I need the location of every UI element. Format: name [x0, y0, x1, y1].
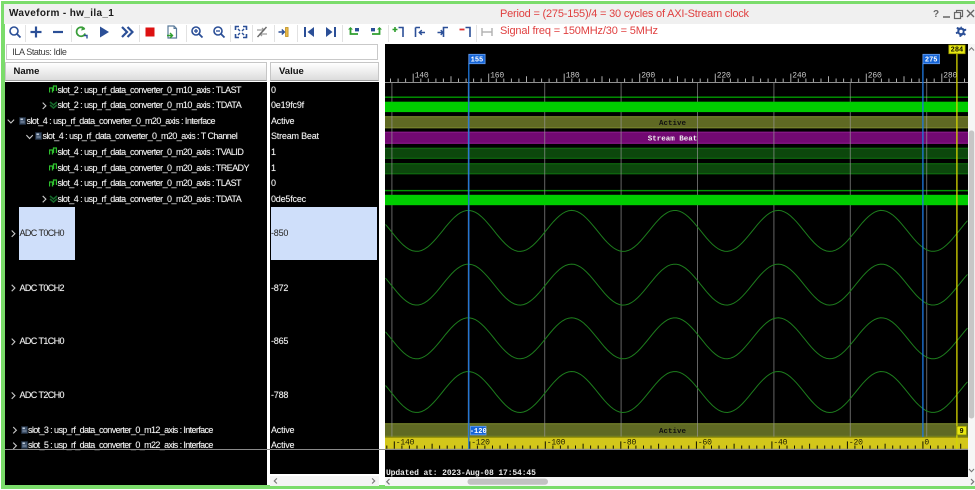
svg-text:200: 200 — [641, 71, 655, 80]
svg-text:140: 140 — [414, 71, 428, 80]
svg-text:220: 220 — [716, 71, 730, 80]
svg-text:180: 180 — [565, 71, 579, 80]
svg-text:Active: Active — [658, 119, 686, 127]
svg-text:-20: -20 — [848, 438, 862, 447]
svg-text:-120: -120 — [471, 438, 490, 447]
svg-text:-120: -120 — [469, 427, 486, 435]
svg-text:9: 9 — [959, 427, 963, 435]
svg-text:Active: Active — [658, 427, 686, 435]
svg-text:155: 155 — [470, 56, 483, 64]
svg-text:-100: -100 — [546, 438, 565, 447]
svg-text:-40: -40 — [773, 438, 787, 447]
svg-text:?: ? — [933, 9, 939, 20]
svg-text:260: 260 — [867, 71, 881, 80]
svg-text:280: 280 — [943, 71, 957, 80]
svg-text:Stream Beat: Stream Beat — [647, 135, 697, 143]
svg-text:Updated at: 2023-Aug-08 17:54:: Updated at: 2023-Aug-08 17:54:45 — [386, 468, 536, 477]
svg-text:0: 0 — [924, 438, 929, 447]
svg-text:275: 275 — [924, 56, 937, 64]
svg-text:284: 284 — [950, 46, 963, 54]
svg-text:-80: -80 — [622, 438, 636, 447]
svg-text:240: 240 — [792, 71, 806, 80]
svg-text:160: 160 — [490, 71, 504, 80]
svg-text:-60: -60 — [697, 438, 711, 447]
svg-text:-140: -140 — [395, 438, 414, 447]
